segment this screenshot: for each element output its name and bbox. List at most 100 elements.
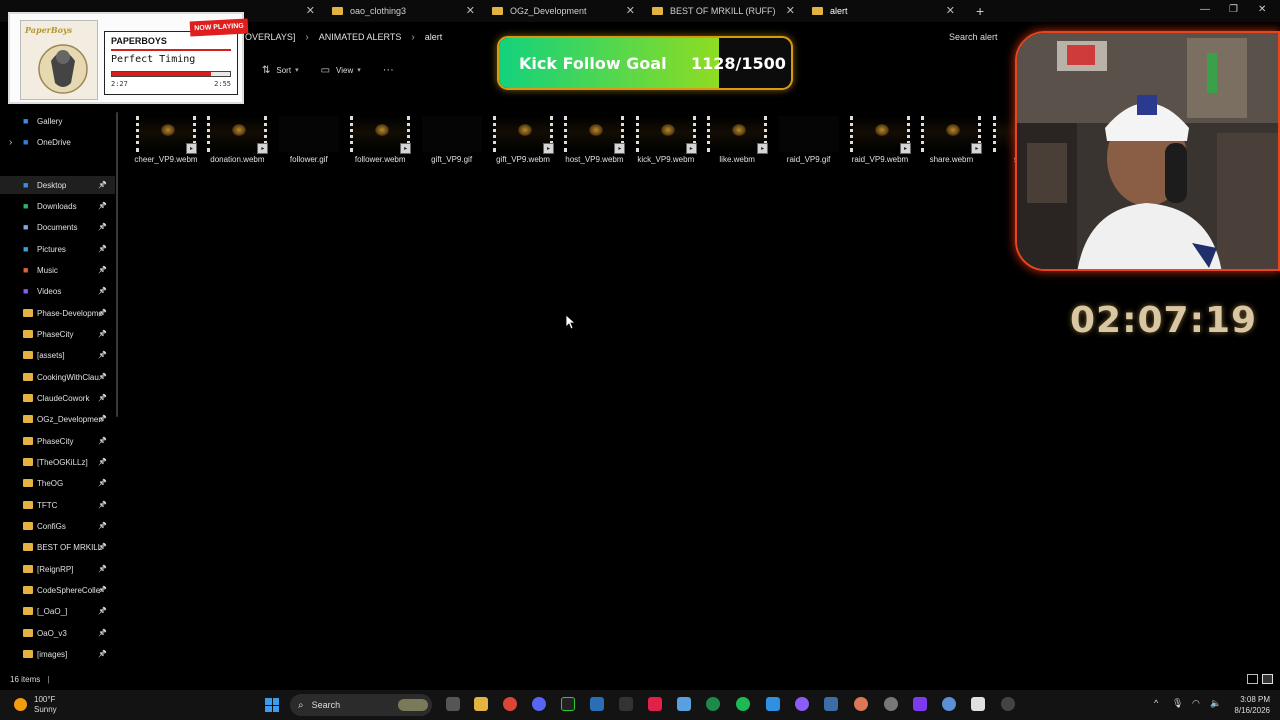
- more-options-button[interactable]: ···: [383, 64, 394, 76]
- file-item[interactable]: ▸ cheer_VP9.webm: [132, 114, 200, 170]
- microphone-icon[interactable]: 🎙: [1172, 698, 1183, 709]
- task-view-icon[interactable]: [446, 697, 460, 711]
- sidebar-item[interactable]: OGz_Developmen 📌: [0, 410, 115, 428]
- close-icon[interactable]: ✕: [786, 4, 795, 17]
- close-icon[interactable]: ✕: [626, 4, 635, 17]
- spotify-icon[interactable]: [736, 697, 750, 711]
- wifi-icon[interactable]: ◠: [1192, 698, 1200, 709]
- volume-icon[interactable]: 🔈: [1210, 698, 1221, 709]
- file-item[interactable]: raid_VP9.gif: [775, 114, 843, 170]
- chevron-up-icon[interactable]: ^: [1154, 698, 1158, 708]
- weather-temperature[interactable]: 100°F: [34, 695, 55, 704]
- obs-icon[interactable]: [1001, 697, 1015, 711]
- console-icon[interactable]: [619, 697, 633, 711]
- sidebar-item[interactable]: Phase-Developme 📌: [0, 304, 115, 322]
- file-explorer-icon[interactable]: [474, 697, 488, 711]
- sidebar-item[interactable]: TheOG 📌: [0, 474, 115, 492]
- app-a-icon[interactable]: [648, 697, 662, 711]
- app-icon[interactable]: [590, 697, 604, 711]
- sidebar-item-label: PhaseCity: [37, 329, 74, 339]
- sidebar-item[interactable]: [ReignRP] 📌: [0, 560, 115, 578]
- sidebar-item[interactable]: TFTC 📌: [0, 496, 115, 514]
- file-item[interactable]: ▸ like.webm: [703, 114, 771, 170]
- app-window-icon[interactable]: [824, 697, 838, 711]
- tab-oao-clothing[interactable]: oao_clothing3 ✕: [332, 0, 475, 22]
- file-item[interactable]: ▸ donation.webm: [203, 114, 271, 170]
- tab-ogz-development[interactable]: OGz_Development ✕: [492, 0, 635, 22]
- windows-start-icon[interactable]: [265, 698, 279, 712]
- vscode-icon[interactable]: [766, 697, 780, 711]
- chevron-right-icon[interactable]: ›: [9, 137, 12, 148]
- app-hs-icon[interactable]: [706, 697, 720, 711]
- sidebar-item[interactable]: ■ Downloads 📌: [0, 197, 115, 215]
- cloud-app-icon[interactable]: [884, 697, 898, 711]
- close-icon[interactable]: ✕: [466, 4, 475, 17]
- chrome-icon[interactable]: [503, 697, 517, 711]
- file-item[interactable]: ▸ follower.webm: [346, 114, 414, 170]
- maximize-icon[interactable]: ❐: [1229, 4, 1238, 15]
- sun-icon[interactable]: [14, 698, 27, 711]
- sidebar-item[interactable]: ClaudeCowork 📌: [0, 389, 115, 407]
- tiles-view-icon[interactable]: [1262, 674, 1273, 684]
- file-item[interactable]: ▸ raid_VP9.webm: [846, 114, 914, 170]
- sidebar-item[interactable]: OaO_v3 📌: [0, 624, 115, 642]
- elapsed-time: 2:27: [111, 80, 128, 88]
- sidebar-scrollbar[interactable]: [116, 112, 118, 417]
- view-button[interactable]: ▭ View ▾: [321, 65, 361, 76]
- sidebar-item[interactable]: [TheOGKiLLz] 📌: [0, 453, 115, 471]
- pin-icon: 📌: [98, 608, 107, 615]
- snipping-icon[interactable]: [971, 697, 985, 711]
- sidebar-item[interactable]: ■ Pictures 📌: [0, 240, 115, 258]
- notepad-icon[interactable]: [677, 697, 691, 711]
- tab-gzm-config[interactable]: ✕: [250, 0, 315, 22]
- sidebar-item[interactable]: ■ Desktop 📌: [0, 176, 115, 194]
- file-item[interactable]: gift_VP9.gif: [418, 114, 486, 170]
- sidebar-item[interactable]: ■ Gallery: [0, 112, 115, 130]
- breadcrumb-item[interactable]: ANIMATED ALERTS: [319, 32, 402, 42]
- sidebar-item[interactable]: PhaseCity 📌: [0, 432, 115, 450]
- file-item[interactable]: follower.gif: [275, 114, 343, 170]
- discord-icon[interactable]: [532, 697, 546, 711]
- sidebar-item[interactable]: PhaseCity 📌: [0, 325, 115, 343]
- folder-icon: [23, 586, 33, 594]
- sidebar-item[interactable]: › ■ OneDrive: [0, 133, 115, 151]
- sidebar-item[interactable]: ■ Videos 📌: [0, 282, 115, 300]
- settings-icon[interactable]: [942, 697, 956, 711]
- sort-icon: ⇅: [262, 64, 271, 76]
- search-input[interactable]: Search alert: [940, 27, 1020, 47]
- sidebar-item[interactable]: ■ Music 📌: [0, 261, 115, 279]
- close-icon[interactable]: ✕: [946, 4, 955, 17]
- file-item[interactable]: ▸ host_VP9.webm: [560, 114, 628, 170]
- new-tab-button[interactable]: +: [976, 3, 984, 19]
- pin-icon: 📌: [98, 182, 107, 189]
- sidebar-item[interactable]: [images] 📌: [0, 645, 115, 663]
- minimize-icon[interactable]: —: [1200, 4, 1210, 15]
- details-view-icon[interactable]: [1247, 674, 1258, 684]
- sidebar-item[interactable]: BEST OF MRKILL (📌: [0, 538, 115, 556]
- breadcrumb-item[interactable]: alert: [425, 32, 443, 42]
- tab-best-of-mrkill[interactable]: BEST OF MRKILL (RUFF) ✕: [652, 0, 795, 22]
- app-v-icon[interactable]: [913, 697, 927, 711]
- sidebar-item[interactable]: [assets] 📌: [0, 346, 115, 364]
- sidebar-item[interactable]: CookingWithClau 📌: [0, 368, 115, 386]
- sort-button[interactable]: ⇅ Sort ▾: [262, 65, 299, 76]
- weather-condition[interactable]: Sunny: [34, 705, 57, 714]
- sidebar-item-label: [images]: [37, 649, 68, 659]
- github-icon[interactable]: [795, 697, 809, 711]
- sidebar-item[interactable]: CodeSphereColle 📌: [0, 581, 115, 599]
- close-window-icon[interactable]: ✕: [1258, 4, 1266, 15]
- terminal-icon[interactable]: [561, 697, 575, 711]
- sidebar-item[interactable]: [_OaO_] 📌: [0, 602, 115, 620]
- system-clock[interactable]: 3:08 PM 8/16/2026: [1230, 694, 1270, 716]
- close-icon[interactable]: ✕: [306, 4, 315, 17]
- sidebar-item[interactable]: ■ Documents 📌: [0, 218, 115, 236]
- file-item[interactable]: ▸ gift_VP9.webm: [489, 114, 557, 170]
- file-item[interactable]: ▸ share.webm: [917, 114, 985, 170]
- file-item[interactable]: ▸ kick_VP9.webm: [632, 114, 700, 170]
- taskbar-search[interactable]: ⌕ Search: [290, 694, 432, 716]
- sidebar-item[interactable]: ConfiGs 📌: [0, 517, 115, 535]
- tab-alert[interactable]: alert ✕: [812, 0, 955, 22]
- claude-icon[interactable]: [854, 697, 868, 711]
- breadcrumb-item[interactable]: OVERLAYS]: [245, 32, 295, 42]
- pin-icon: 📌: [98, 267, 107, 274]
